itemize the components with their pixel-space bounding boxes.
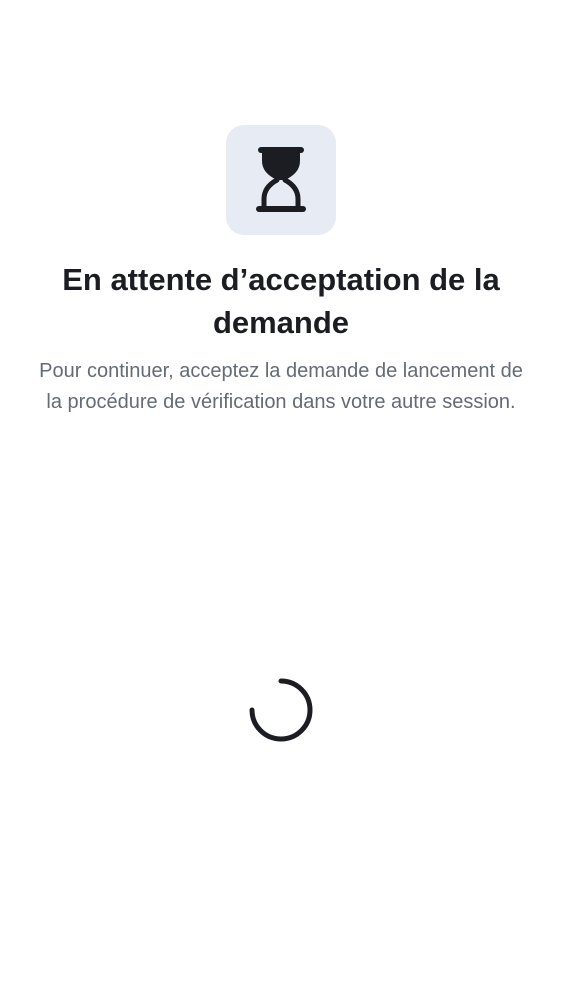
- instructions-text: Pour continuer, acceptez la demande de l…: [39, 360, 523, 413]
- page-title: En attente d’acceptation de la demande: [62, 262, 500, 340]
- icon-tile: [226, 125, 336, 235]
- verification-waiting-screen: En attente d’acceptation de la demande P…: [0, 0, 562, 1000]
- hourglass-icon: [254, 147, 308, 213]
- loading-spinner: [248, 677, 314, 743]
